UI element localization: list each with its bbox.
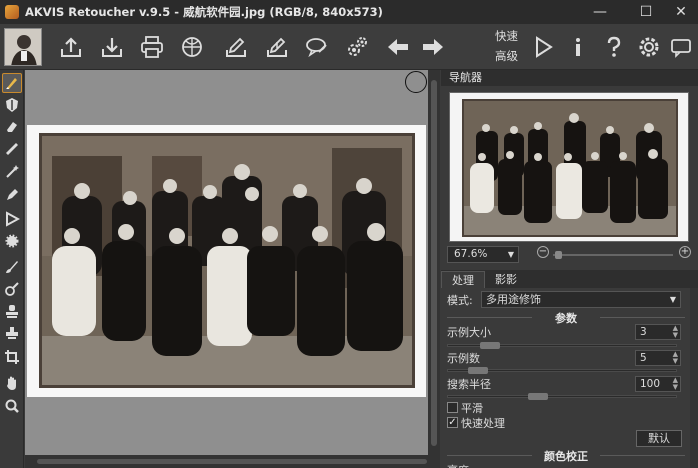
canvas-horizontal-scrollbar[interactable] <box>25 455 440 468</box>
comment-icon[interactable] <box>302 32 332 62</box>
smudge-icon[interactable] <box>2 279 22 299</box>
chat-icon[interactable] <box>666 32 696 62</box>
vertical-scroll-thumb[interactable] <box>431 80 437 446</box>
layer-stamp-icon[interactable] <box>2 323 22 343</box>
mode-select[interactable]: 多用途修饰 ▼ <box>481 291 681 308</box>
maximize-button[interactable]: ☐ <box>629 0 663 24</box>
settings-gears-icon[interactable] <box>342 32 372 62</box>
sample-size-value: 3 <box>640 326 647 338</box>
sample-count-knob[interactable] <box>468 367 488 374</box>
wedding-photo <box>39 133 415 388</box>
eraser-icon[interactable] <box>2 117 22 137</box>
crop-icon[interactable] <box>2 347 22 367</box>
export-preset-icon[interactable] <box>262 32 292 62</box>
navigator-preview[interactable] <box>449 92 689 242</box>
title-bar: AKVIS Retoucher v.9.5 - 威航软件园.jpg (RGB/8… <box>0 0 698 24</box>
navigator-photo <box>462 99 678 237</box>
before-after-thumbnail[interactable] <box>4 28 42 66</box>
spin-arrows-icon[interactable]: ▲ ▼ <box>673 377 678 391</box>
canvas-vertical-scrollbar[interactable] <box>428 70 440 455</box>
hand-pan-icon[interactable] <box>2 373 22 393</box>
search-radius-slider[interactable] <box>447 393 677 400</box>
run-icon[interactable] <box>528 32 558 62</box>
minimize-button[interactable]: — <box>583 0 617 24</box>
chevron-down-icon: ▼ <box>507 250 514 259</box>
save-image-icon[interactable] <box>97 32 127 62</box>
default-button[interactable]: 默认 <box>636 430 682 447</box>
zoom-slider-knob[interactable] <box>555 251 562 259</box>
zoom-controls: 67.6% ▼ − + <box>441 246 698 264</box>
spin-arrows-icon[interactable]: ▲ ▼ <box>673 351 678 365</box>
preferences-icon[interactable] <box>634 32 664 62</box>
ruler-icon[interactable] <box>2 139 22 159</box>
search-radius-value: 100 <box>640 378 661 390</box>
sample-size-label: 示例大小 <box>447 326 491 339</box>
clone-stamp-icon[interactable] <box>2 301 22 321</box>
sample-size-knob[interactable] <box>480 342 500 349</box>
mode-label: 模式: <box>447 294 473 307</box>
main-toolbar: 快速 高级 <box>0 24 698 70</box>
sample-count-value: 5 <box>640 352 647 364</box>
smooth-checkbox[interactable] <box>447 402 458 413</box>
brush-icon[interactable] <box>2 257 22 277</box>
search-radius-label: 搜索半径 <box>447 378 491 391</box>
app-logo-icon <box>5 5 19 19</box>
panel-scrollbar[interactable] <box>690 288 698 468</box>
retoucher-app: AKVIS Retoucher v.9.5 - 威航软件园.jpg (RGB/8… <box>0 0 698 468</box>
chevron-down-icon: ▼ <box>669 295 676 304</box>
sample-count-row: 示例数 5 ▲ ▼ <box>447 350 687 368</box>
star-stamp-icon[interactable] <box>2 231 22 251</box>
quick-mode-button[interactable]: 快速 <box>495 28 518 44</box>
sample-size-input[interactable]: 3 ▲ ▼ <box>635 324 681 340</box>
close-button[interactable]: ✕ <box>664 0 698 24</box>
sample-size-slider[interactable] <box>447 342 677 349</box>
horizontal-scroll-thumb[interactable] <box>37 459 427 464</box>
zoom-out-button[interactable]: − <box>537 246 549 258</box>
image-canvas[interactable] <box>25 70 428 455</box>
settings-panel: 导航器 67.6% ▼ − + 处理 影影 模式: 多用途修饰 ▼ 参数 示例大… <box>441 70 698 468</box>
spin-arrows-icon[interactable]: ▲ ▼ <box>673 325 678 339</box>
zoom-icon[interactable] <box>2 396 22 416</box>
brush-cursor <box>405 71 427 93</box>
tab-shadow[interactable]: 影影 <box>485 271 527 288</box>
navigator-header: 导航器 <box>441 70 698 86</box>
info-icon[interactable] <box>563 32 593 62</box>
shield-mask-icon[interactable] <box>2 95 22 115</box>
open-image-icon[interactable] <box>56 32 86 62</box>
brightness-label: 亮度 <box>447 462 687 468</box>
search-radius-input[interactable]: 100 ▲ ▼ <box>635 376 681 392</box>
window-title: AKVIS Retoucher v.9.5 - 威航软件园.jpg (RGB/8… <box>25 5 383 19</box>
panel-tabs: 处理 影影 <box>441 270 698 288</box>
tab-process[interactable]: 处理 <box>441 271 485 288</box>
search-radius-knob[interactable] <box>528 393 548 400</box>
undo-arrow-icon[interactable] <box>383 32 413 62</box>
sample-count-slider[interactable] <box>447 367 677 374</box>
pen-icon[interactable] <box>2 185 22 205</box>
magic-wand-icon[interactable] <box>2 161 22 181</box>
import-preset-icon[interactable] <box>221 32 251 62</box>
mode-value: 多用途修饰 <box>486 293 541 306</box>
fast-process-checkbox[interactable]: ✓ <box>447 417 458 428</box>
help-icon[interactable] <box>599 32 629 62</box>
sample-size-row: 示例大小 3 ▲ ▼ <box>447 324 687 342</box>
zoom-select[interactable]: 67.6% ▼ <box>447 246 519 263</box>
zoom-in-button[interactable]: + <box>679 246 691 258</box>
search-radius-row: 搜索半径 100 ▲ ▼ <box>447 376 687 394</box>
retouch-brush-icon[interactable] <box>2 73 22 93</box>
redo-arrow-icon[interactable] <box>418 32 448 62</box>
print-icon[interactable] <box>137 32 167 62</box>
photo-border <box>27 125 426 397</box>
sample-count-input[interactable]: 5 ▲ ▼ <box>635 350 681 366</box>
play-triangle-icon[interactable] <box>2 209 22 229</box>
zoom-slider[interactable] <box>553 251 673 259</box>
mode-row: 模式: 多用途修饰 ▼ <box>447 291 687 310</box>
tool-palette <box>0 70 24 468</box>
share-icon[interactable] <box>177 32 207 62</box>
zoom-value: 67.6% <box>454 248 488 260</box>
sample-count-label: 示例数 <box>447 352 480 365</box>
advanced-mode-button[interactable]: 高级 <box>495 48 518 64</box>
